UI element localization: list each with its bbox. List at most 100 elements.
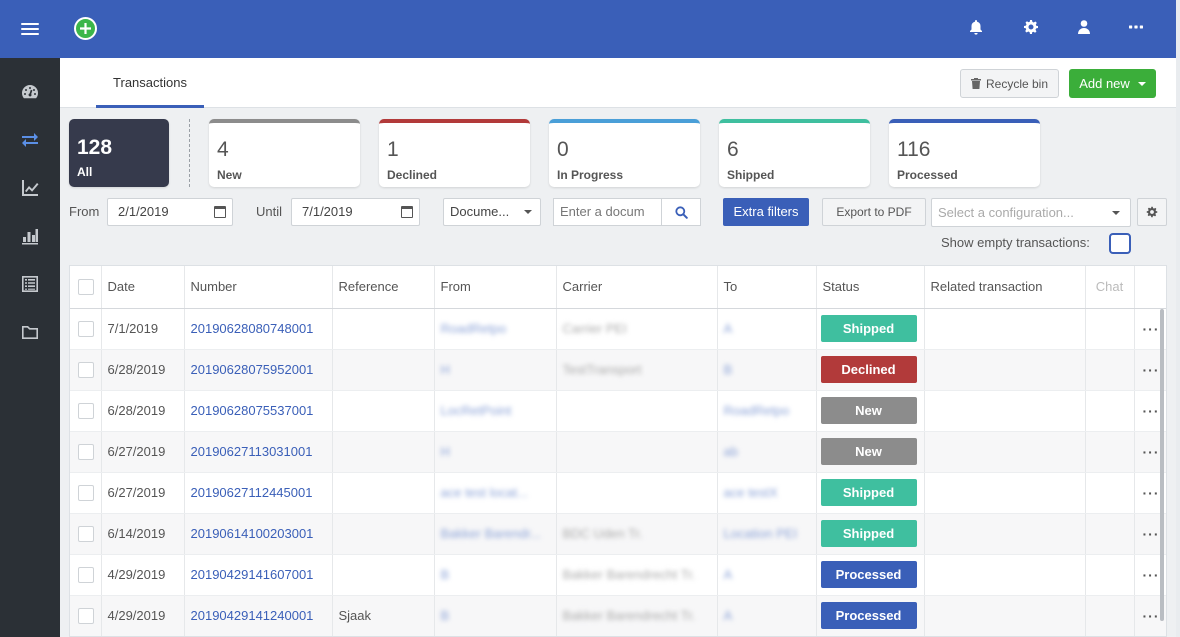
extra-filters-button[interactable]: Extra filters: [723, 198, 809, 226]
more-button[interactable]: [1126, 17, 1146, 37]
row-checkbox[interactable]: [78, 525, 94, 542]
from-link[interactable]: LocRetPoint: [441, 403, 512, 418]
table-scrollbar[interactable]: [1160, 309, 1164, 621]
transaction-number-link[interactable]: 20190614100203001: [191, 526, 314, 541]
table-row[interactable]: 6/27/2019 20190627113031001 Hab New ···: [70, 431, 1166, 473]
row-checkbox[interactable]: [78, 484, 94, 501]
until-date-input[interactable]: 7/1/2019: [291, 198, 420, 226]
transaction-number-link[interactable]: 20190628075952001: [191, 362, 314, 377]
sidebar-item-list[interactable]: [0, 260, 60, 308]
calendar-icon[interactable]: [401, 206, 413, 218]
summary-card-processed[interactable]: 116 Processed: [889, 119, 1040, 187]
to-link[interactable]: B: [724, 362, 733, 377]
date-cell: 6/28/2019: [101, 390, 185, 432]
column-header-related-transaction[interactable]: Related transaction: [924, 266, 1086, 309]
summary-card-new[interactable]: 4 New: [209, 119, 360, 187]
row-checkbox[interactable]: [78, 607, 94, 624]
column-header-carrier[interactable]: Carrier: [556, 266, 718, 309]
transaction-number-link[interactable]: 20190628080748001: [191, 321, 314, 336]
select-all-checkbox[interactable]: [78, 278, 94, 295]
table-row[interactable]: 6/14/2019 20190614100203001 Bakker Barendr…: [70, 513, 1166, 555]
search-button[interactable]: [661, 198, 701, 226]
to-link[interactable]: ab: [724, 444, 738, 459]
add-new-button[interactable]: Add new: [1069, 69, 1156, 98]
settings-button[interactable]: [1021, 17, 1041, 37]
hamburger-icon[interactable]: [21, 23, 39, 35]
column-header-chat[interactable]: Chat: [1085, 266, 1135, 309]
from-date-input[interactable]: 2/1/2019: [107, 198, 233, 226]
column-header-reference[interactable]: Reference: [332, 266, 435, 309]
table-row[interactable]: 4/29/2019 20190429141240001 Sjaak B Bakker B…: [70, 595, 1166, 636]
table-row[interactable]: 7/1/2019 20190628080748001 RoadRetpo Carrie…: [70, 308, 1166, 350]
configuration-select[interactable]: Select a configuration...: [931, 198, 1131, 227]
from-link[interactable]: H: [441, 444, 450, 459]
column-header-from[interactable]: From: [434, 266, 557, 309]
sidebar-item-analytics[interactable]: [0, 164, 60, 212]
sidebar-item-dashboard[interactable]: [0, 68, 60, 116]
recycle-bin-button[interactable]: Recycle bin: [960, 69, 1059, 98]
transaction-number-link[interactable]: 20190429141607001: [191, 567, 314, 582]
transaction-number-link[interactable]: 20190429141240001: [191, 608, 314, 623]
table-row[interactable]: 6/27/2019 20190627112445001 ace test locat…: [70, 472, 1166, 514]
table-row[interactable]: 6/28/2019 20190628075537001 LocRetPoint Roa…: [70, 390, 1166, 432]
from-link[interactable]: H: [441, 362, 450, 377]
to-link[interactable]: A: [724, 321, 733, 336]
column-header-status[interactable]: Status: [816, 266, 925, 309]
export-pdf-button[interactable]: Export to PDF: [822, 198, 926, 226]
from-link[interactable]: B: [441, 608, 450, 623]
summary-card-in-progress[interactable]: 0 In Progress: [549, 119, 700, 187]
summary-card-declined[interactable]: 1 Declined: [379, 119, 530, 187]
select-all-cell: [70, 266, 102, 309]
to-link[interactable]: A: [724, 608, 733, 623]
row-checkbox[interactable]: [78, 566, 94, 583]
row-checkbox[interactable]: [78, 361, 94, 378]
calendar-icon[interactable]: [214, 206, 226, 218]
to-link[interactable]: ace testX: [724, 485, 778, 500]
row-checkbox[interactable]: [78, 320, 94, 337]
document-type-select[interactable]: Docume...: [443, 198, 541, 226]
to-link[interactable]: Location PEI: [724, 526, 798, 541]
notifications-button[interactable]: [966, 17, 986, 37]
tab-transactions[interactable]: Transactions: [96, 58, 204, 108]
to-cell: ace testX: [717, 472, 817, 514]
chat-cell: [1085, 595, 1135, 636]
sidebar-item-folder[interactable]: [0, 308, 60, 356]
transaction-number-link[interactable]: 20190627112445001: [191, 485, 313, 500]
to-cell: RoadRetpo: [717, 390, 817, 432]
summary-card-shipped[interactable]: 6 Shipped: [719, 119, 870, 187]
from-link[interactable]: RoadRetpo: [441, 321, 507, 336]
sidebar-item-reports[interactable]: [0, 212, 60, 260]
column-header-to[interactable]: To: [717, 266, 817, 309]
to-link[interactable]: RoadRetpo: [724, 403, 790, 418]
from-link[interactable]: Bakker Barendr...: [441, 526, 541, 541]
quick-add-button[interactable]: [74, 17, 97, 40]
menu-toggle[interactable]: [0, 0, 60, 58]
column-header-number[interactable]: Number: [184, 266, 333, 309]
table-row[interactable]: 4/29/2019 20190429141607001 B Bakker Barend…: [70, 554, 1166, 596]
row-checkbox[interactable]: [78, 443, 94, 460]
from-link[interactable]: ace test locat...: [441, 485, 528, 500]
user-button[interactable]: [1074, 17, 1094, 37]
card-label: New: [217, 168, 242, 182]
from-date-value: 2/1/2019: [118, 204, 169, 219]
transaction-number-link[interactable]: 20190628075537001: [191, 403, 314, 418]
from-link[interactable]: B: [441, 567, 450, 582]
from-cell: H: [434, 431, 557, 473]
row-select-cell: [70, 308, 102, 350]
number-cell: 20190429141240001: [184, 595, 333, 636]
status-cell: Shipped: [816, 513, 925, 555]
column-header-date[interactable]: Date: [101, 266, 185, 309]
related-transaction-cell: [924, 595, 1086, 636]
to-link[interactable]: A: [724, 567, 733, 582]
more-horizontal-icon: [1129, 25, 1143, 29]
sidebar-item-transactions[interactable]: [0, 116, 60, 164]
table-row[interactable]: 6/28/2019 20190628075952001 H TestTransport…: [70, 349, 1166, 391]
row-checkbox[interactable]: [78, 402, 94, 419]
document-search-input[interactable]: Enter a docum: [553, 198, 661, 226]
transaction-number-link[interactable]: 20190627113031001: [191, 444, 313, 459]
configuration-settings-button[interactable]: [1137, 198, 1167, 226]
show-empty-checkbox[interactable]: [1109, 233, 1131, 254]
summary-card-all[interactable]: 128 All: [69, 119, 169, 187]
related-transaction-cell: [924, 390, 1086, 432]
status-cell: New: [816, 431, 925, 473]
